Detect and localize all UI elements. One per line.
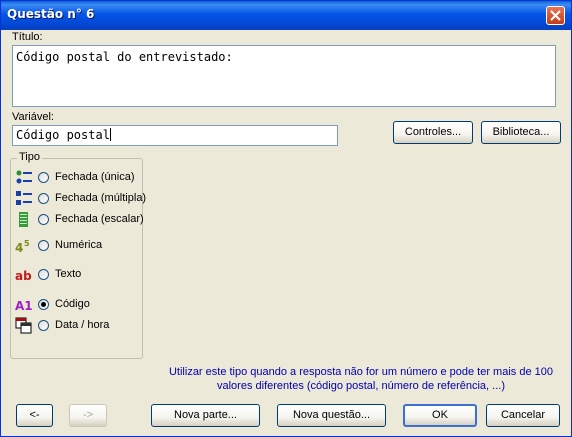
tipo-option-label: Código xyxy=(55,298,90,310)
variavel-input[interactable]: Código postal xyxy=(12,125,338,146)
tipo-option-label: Texto xyxy=(55,268,82,280)
date-time-icon xyxy=(15,317,32,334)
numeric-icon: 4 5 xyxy=(15,239,30,255)
titulo-label: Título: xyxy=(12,31,43,43)
multiple-choice-icon xyxy=(16,191,32,205)
radio-fechada-unica[interactable] xyxy=(38,172,49,183)
radio-texto[interactable] xyxy=(38,269,49,280)
tipo-option-label: Numérica xyxy=(55,239,103,251)
dialog-window: Questão n° 6 Título: Código postal do en… xyxy=(0,0,572,437)
close-button[interactable] xyxy=(546,6,565,25)
text-icon: ab xyxy=(15,269,32,283)
svg-text:4: 4 xyxy=(15,241,23,255)
text-caret xyxy=(109,128,111,141)
code-icon: A1 xyxy=(15,299,33,313)
tipo-legend: Tipo xyxy=(17,151,42,163)
nova-questao-button[interactable]: Nova questão... xyxy=(277,404,386,427)
titulo-value: Código postal do entrevistado: xyxy=(16,50,233,64)
variavel-label: Variável: xyxy=(12,111,54,123)
svg-text:ab: ab xyxy=(15,269,32,283)
variavel-value: Código postal xyxy=(16,128,110,142)
scale-icon xyxy=(19,212,28,227)
title-bar[interactable]: Questão n° 6 xyxy=(1,1,571,30)
radio-codigo[interactable] xyxy=(38,299,49,310)
radio-fechada-escalar[interactable] xyxy=(38,214,49,225)
previous-button[interactable]: <- xyxy=(16,404,53,427)
biblioteca-button[interactable]: Biblioteca... xyxy=(481,121,561,144)
tipo-option-label: Fechada (escalar) xyxy=(55,213,144,225)
nova-parte-button[interactable]: Nova parte... xyxy=(151,404,260,427)
svg-text:5: 5 xyxy=(24,239,30,248)
tipo-option-label: Data / hora xyxy=(55,319,110,331)
single-choice-icon xyxy=(16,170,32,184)
svg-text:A1: A1 xyxy=(15,299,33,313)
tipo-option-label: Fechada (única) xyxy=(55,171,135,183)
hint-line-2: valores diferentes (código postal, númer… xyxy=(217,380,505,392)
type-hint: Utilizar este tipo quando a resposta não… xyxy=(161,365,561,393)
tipo-option-label: Fechada (múltipla) xyxy=(55,192,147,204)
window-title: Questão n° 6 xyxy=(7,7,95,21)
cancel-button[interactable]: Cancelar xyxy=(486,404,560,427)
close-icon xyxy=(550,10,561,21)
hint-line-1: Utilizar este tipo quando a resposta não… xyxy=(168,366,553,378)
radio-data-hora[interactable] xyxy=(38,320,49,331)
controles-button[interactable]: Controles... xyxy=(393,121,473,144)
radio-fechada-multipla[interactable] xyxy=(38,193,49,204)
titulo-textarea[interactable]: Código postal do entrevistado: xyxy=(12,45,556,107)
next-button[interactable]: -> xyxy=(69,404,107,427)
ok-button[interactable]: OK xyxy=(403,404,477,427)
radio-numerica[interactable] xyxy=(38,240,49,251)
